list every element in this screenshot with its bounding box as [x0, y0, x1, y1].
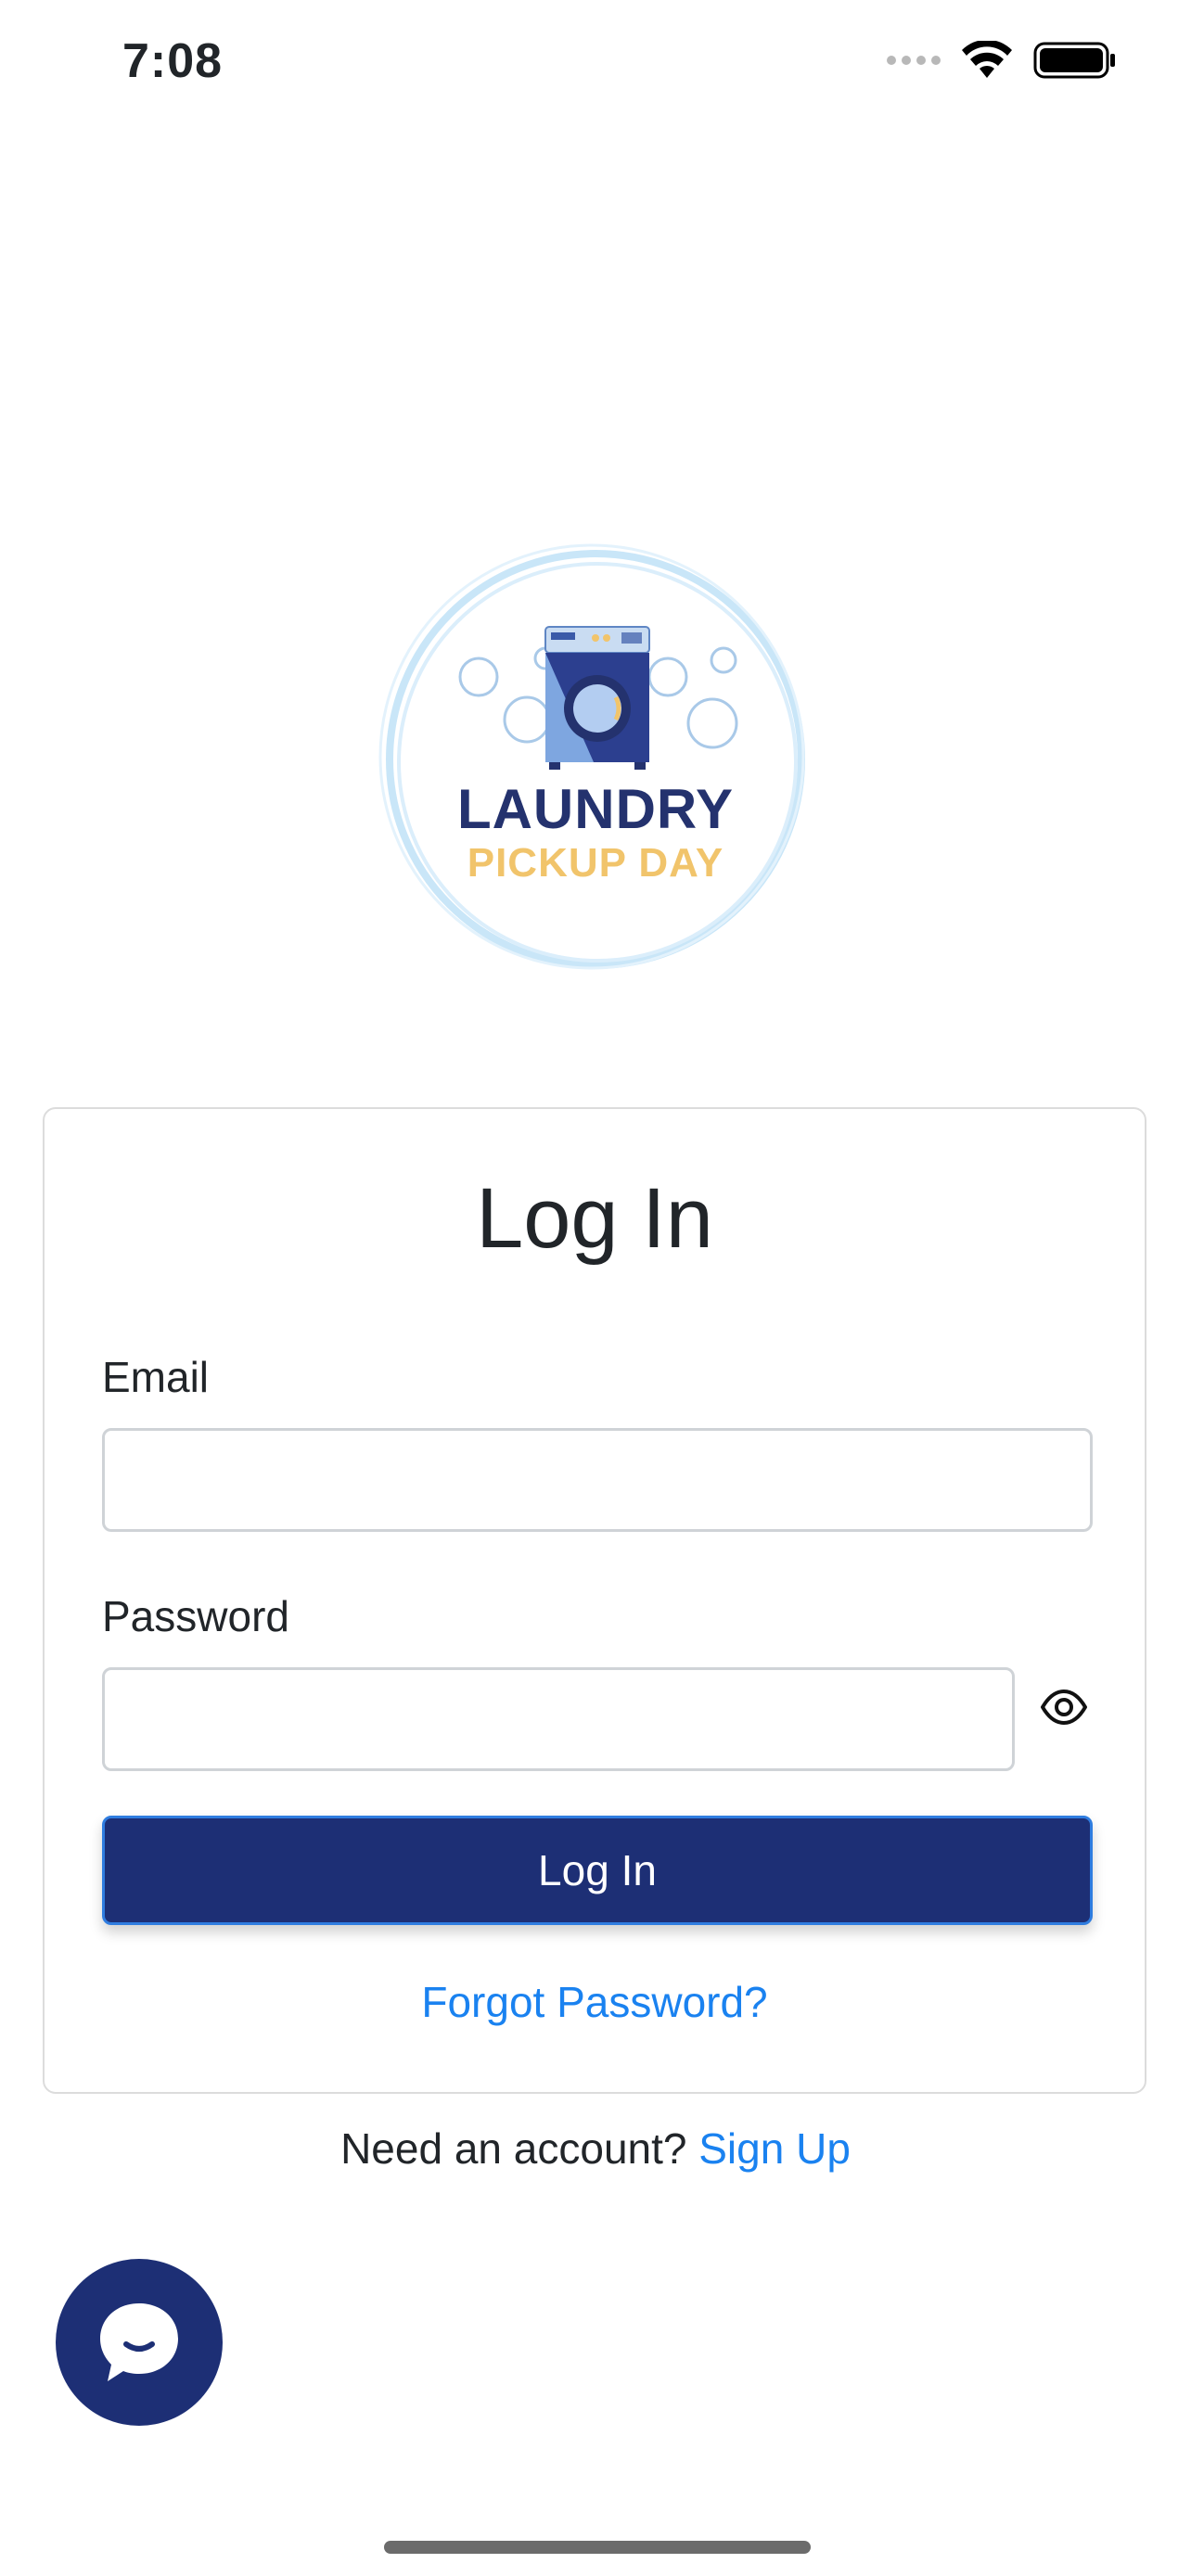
- battery-icon: [1033, 42, 1115, 79]
- login-card: Log In Email Password Log In Forgot Pass…: [43, 1107, 1146, 2094]
- login-button[interactable]: Log In: [102, 1816, 1093, 1925]
- chat-bubble-icon: [100, 2303, 178, 2381]
- wifi-icon: [962, 41, 1012, 78]
- logo-graphic: [378, 543, 805, 970]
- password-field[interactable]: [102, 1667, 1015, 1771]
- email-field[interactable]: [102, 1428, 1093, 1532]
- signup-prompt: Need an account?: [340, 2124, 687, 2173]
- status-time: 7:08: [122, 34, 224, 88]
- email-label: Email: [102, 1353, 210, 1401]
- signup-link[interactable]: Sign Up: [698, 2124, 851, 2173]
- forgot-password-link[interactable]: Forgot Password?: [45, 1977, 1145, 2027]
- laundry-pickup-day-logo: LAUNDRY PICKUP DAY: [378, 534, 813, 985]
- show-password-toggle[interactable]: [1031, 1675, 1096, 1740]
- signup-row: Need an account? Sign Up: [0, 2123, 1191, 2174]
- status-icons: [887, 41, 1117, 80]
- logo-text-laundry: LAUNDRY: [456, 778, 735, 840]
- eye-icon: [1041, 1690, 1087, 1725]
- chat-button[interactable]: [56, 2259, 223, 2426]
- logo-text-pickup-day: PICKUP DAY: [467, 840, 724, 886]
- page-title: Log In: [476, 1171, 713, 1266]
- password-label: Password: [102, 1592, 289, 1640]
- home-indicator[interactable]: [384, 2541, 811, 2554]
- cellular-signal-icon: [887, 56, 941, 65]
